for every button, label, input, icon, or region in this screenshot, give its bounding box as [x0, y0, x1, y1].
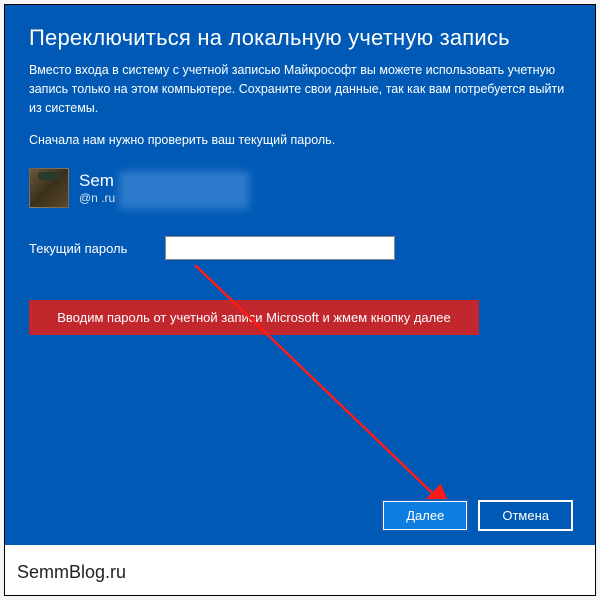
- account-switch-dialog: Переключиться на локальную учетную запис…: [5, 5, 595, 545]
- avatar: [29, 168, 69, 208]
- password-label: Текущий пароль: [29, 241, 147, 256]
- annotation-callout: Вводим пароль от учетной записи Microsof…: [29, 300, 479, 335]
- page-frame: Переключиться на локальную учетную запис…: [4, 4, 596, 596]
- button-bar: Далее Отмена: [382, 500, 573, 531]
- user-name: Sem: [79, 171, 115, 191]
- user-text: Sem @n .ru: [79, 171, 115, 205]
- cancel-button[interactable]: Отмена: [478, 500, 573, 531]
- current-password-input[interactable]: [165, 236, 395, 260]
- password-row: Текущий пароль: [29, 236, 571, 260]
- next-button[interactable]: Далее: [382, 500, 468, 531]
- dialog-description: Вместо входа в систему с учетной записью…: [29, 61, 571, 117]
- user-email: @n .ru: [79, 191, 115, 205]
- dialog-subtext: Сначала нам нужно проверить ваш текущий …: [29, 131, 571, 150]
- dialog-title: Переключиться на локальную учетную запис…: [29, 25, 571, 51]
- watermark: SemmBlog.ru: [17, 562, 126, 583]
- redaction-blur: [119, 171, 249, 209]
- user-block: Sem @n .ru: [29, 168, 571, 208]
